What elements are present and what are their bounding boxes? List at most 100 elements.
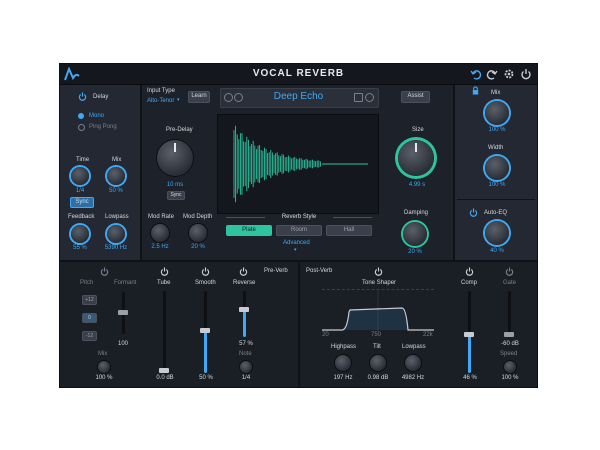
style-plate-button[interactable]: Plate — [226, 225, 272, 236]
chevron-down-icon: ▾ — [177, 97, 180, 103]
pitch-down-button[interactable]: -12 — [82, 331, 97, 341]
formant-fader-handle[interactable] — [118, 310, 128, 315]
comp-label: Comp — [461, 280, 478, 286]
speed-knob[interactable] — [504, 361, 516, 373]
size-value: 4.99 s — [408, 182, 426, 188]
freq-tick-22k: 22k — [423, 332, 433, 338]
tone-shaper-graph[interactable] — [322, 289, 434, 332]
delay-lowpass-knob[interactable] — [107, 225, 125, 243]
pitch-up-button[interactable]: +12 — [82, 295, 97, 305]
smooth-fader-fill — [204, 332, 207, 373]
preset-menu-icon[interactable] — [365, 93, 374, 102]
tilt-label: Tilt — [373, 344, 381, 350]
tube-fader[interactable] — [163, 291, 166, 373]
tone-lowpass-knob[interactable] — [405, 355, 421, 371]
highpass-knob[interactable] — [335, 355, 351, 371]
pitch-mix-knob[interactable] — [98, 361, 110, 373]
predelay-knob[interactable] — [157, 140, 193, 176]
comp-fader-handle[interactable] — [464, 332, 474, 337]
modrate-knob[interactable] — [151, 224, 169, 242]
modrate-value: 2.5 Hz — [151, 244, 169, 250]
style-room-button[interactable]: Room — [276, 225, 322, 236]
damping-value: 20 % — [408, 249, 422, 255]
comp-value: 46 % — [463, 375, 477, 381]
autoeq-knob[interactable] — [485, 221, 509, 245]
pingpong-radio[interactable] — [78, 124, 85, 131]
pitch-mix-label: Mix — [98, 351, 108, 357]
reverse-power-icon[interactable] — [239, 267, 248, 276]
smooth-fader-handle[interactable] — [200, 328, 210, 333]
freq-tick-750: 750 — [371, 332, 382, 338]
gate-fader-handle[interactable] — [504, 332, 514, 337]
undo-icon[interactable] — [470, 68, 482, 80]
modrate-label: Mod Rate — [148, 214, 175, 220]
speed-value: 100 % — [501, 375, 519, 381]
smooth-power-icon[interactable] — [201, 267, 210, 276]
freq-tick-20: 20 — [322, 332, 329, 338]
preset-grid-icon[interactable] — [354, 93, 363, 102]
tilt-knob[interactable] — [370, 355, 386, 371]
tube-power-icon[interactable] — [160, 267, 169, 276]
input-type-select[interactable]: Alto-Tenor — [147, 98, 174, 104]
moddepth-value: 20 % — [191, 244, 205, 250]
out-mix-label: Mix — [491, 90, 501, 96]
style-hall-button[interactable]: Hall — [326, 225, 372, 236]
advanced-chevron-icon: ▾ — [294, 247, 297, 253]
smooth-value: 50 % — [199, 375, 213, 381]
gate-fader[interactable] — [508, 291, 511, 337]
settings-gear-icon[interactable] — [503, 68, 515, 80]
decay-display — [217, 114, 379, 214]
note-label: Note — [239, 351, 252, 357]
tube-fader-handle[interactable] — [159, 368, 169, 373]
gate-value: -60 dB — [501, 341, 519, 347]
width-knob[interactable] — [485, 156, 509, 180]
tube-value: 0.0 dB — [156, 375, 174, 381]
delay-power-icon[interactable] — [78, 92, 87, 101]
feedback-knob[interactable] — [71, 225, 89, 243]
damping-label: Damping — [404, 210, 429, 216]
pingpong-label: Ping Pong — [89, 124, 117, 130]
size-knob[interactable] — [398, 140, 434, 176]
redo-icon[interactable] — [486, 68, 498, 80]
delay-lowpass-label: Lowpass — [105, 214, 129, 220]
plugin-title: VOCAL REVERB — [252, 68, 345, 79]
plugin-window: VOCAL REVERB Delay Mono Ping Pong Time 1… — [59, 63, 538, 388]
advanced-toggle[interactable]: Advanced — [283, 240, 310, 246]
reverse-fader-fill — [243, 310, 246, 337]
tone-power-icon[interactable] — [374, 267, 383, 276]
predelay-value: 10 ms — [166, 182, 184, 188]
pitch-label: Pitch — [80, 280, 94, 286]
gate-power-icon[interactable] — [505, 267, 514, 276]
reverse-fader-handle[interactable] — [239, 307, 249, 312]
comp-fader-fill — [468, 335, 471, 373]
time-sync-button[interactable]: Sync — [70, 197, 94, 208]
tilt-value: 0.98 dB — [367, 375, 389, 381]
learn-button[interactable]: Learn — [188, 91, 210, 103]
width-value: 100 % — [488, 182, 506, 188]
pitch-power-icon[interactable] — [100, 267, 109, 276]
top-bar: VOCAL REVERB — [60, 64, 537, 85]
predelay-sync-button[interactable]: Sync — [167, 191, 185, 200]
tone-lowpass-label: Lowpass — [402, 344, 426, 350]
time-label: Time — [76, 157, 90, 163]
pitch-mix-value: 100 % — [95, 375, 113, 381]
out-mix-knob[interactable] — [485, 101, 509, 125]
note-knob[interactable] — [240, 361, 252, 373]
mono-radio[interactable] — [78, 113, 84, 119]
time-knob[interactable] — [71, 167, 89, 185]
damping-knob[interactable] — [403, 222, 427, 246]
lock-icon[interactable] — [471, 86, 480, 95]
comp-power-icon[interactable] — [465, 267, 474, 276]
moddepth-knob[interactable] — [189, 224, 207, 242]
reverse-value: 57 % — [239, 341, 253, 347]
tone-lowpass-value: 4982 Hz — [401, 375, 425, 381]
autoeq-power-icon[interactable] — [469, 208, 478, 217]
pitch-zero-button[interactable]: 0 — [82, 313, 97, 323]
size-label: Size — [412, 127, 424, 133]
delay-mix-knob[interactable] — [107, 167, 125, 185]
power-icon[interactable] — [520, 68, 532, 80]
note-value: 1/4 — [241, 375, 251, 381]
mono-label: Mono — [89, 113, 105, 119]
feedback-label: Feedback — [68, 214, 95, 220]
assist-button[interactable]: Assist — [401, 91, 430, 103]
